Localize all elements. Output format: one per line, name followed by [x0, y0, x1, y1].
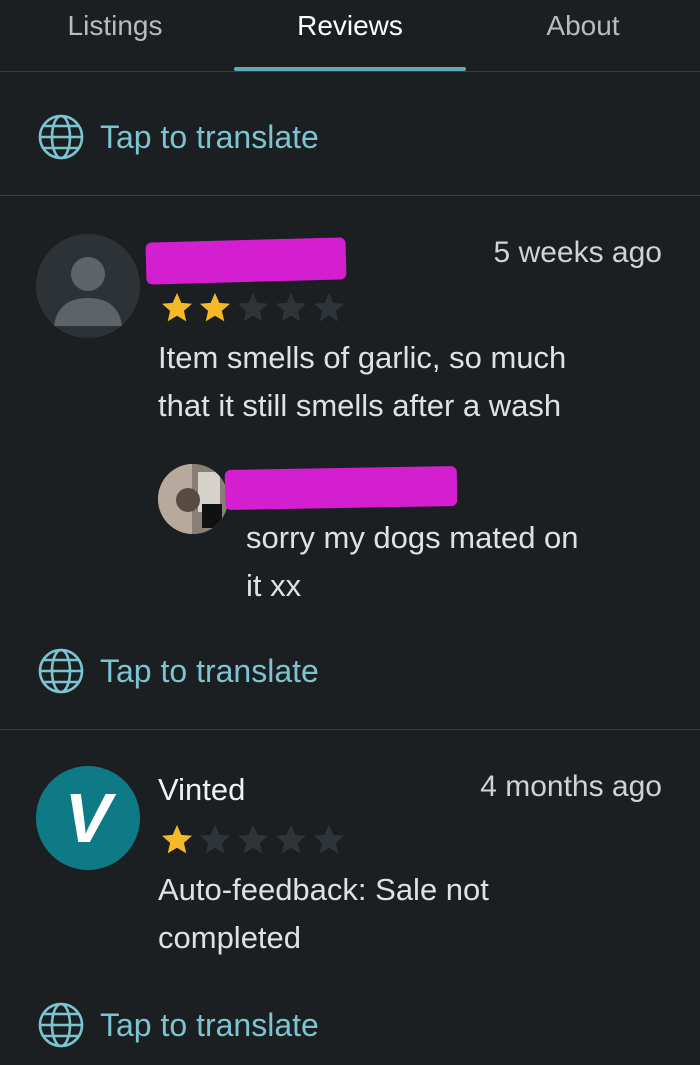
reviewer-name: Vinted: [158, 772, 246, 807]
star-icon: [162, 825, 192, 854]
divider: [0, 195, 700, 196]
tab-reviews[interactable]: Reviews: [234, 6, 466, 46]
tab-about[interactable]: About: [486, 6, 680, 46]
avatar[interactable]: [36, 234, 140, 338]
redacted-seller-name: [224, 465, 458, 511]
star-icon: [276, 293, 306, 322]
reply-avatar[interactable]: [158, 464, 228, 534]
tab-bar: Listings Reviews About: [0, 0, 700, 72]
divider: [0, 729, 700, 730]
translate-label: Tap to translate: [100, 652, 319, 689]
translate-button[interactable]: Tap to translate: [36, 645, 319, 697]
star-icon: [314, 825, 344, 854]
globe-icon: [38, 1002, 84, 1048]
star-rating: [158, 822, 348, 858]
translate-label: Tap to translate: [100, 1006, 319, 1043]
vinted-logo: V: [64, 779, 112, 857]
translate-label: Tap to translate: [100, 118, 319, 155]
star-icon: [238, 825, 268, 854]
star-icon: [238, 293, 268, 322]
star-icon: [276, 825, 306, 854]
star-icon: [314, 293, 344, 322]
reviews-screen: Listings Reviews About Tap to translate …: [0, 0, 700, 1065]
vinted-avatar[interactable]: V: [36, 766, 140, 870]
star-icon: [162, 293, 192, 322]
translate-button[interactable]: Tap to translate: [36, 111, 319, 163]
globe-icon: [38, 114, 84, 160]
photo-avatar-icon: [158, 464, 228, 534]
translate-button[interactable]: Tap to translate: [36, 999, 319, 1051]
review-time: 4 months ago: [480, 770, 662, 803]
redacted-username: [145, 237, 347, 285]
user-silhouette-icon: [54, 257, 122, 326]
tab-listings[interactable]: Listings: [20, 6, 210, 46]
star-icon: [200, 293, 230, 322]
star-icon: [200, 825, 230, 854]
star-rating: [158, 290, 348, 326]
globe-icon: [38, 648, 84, 694]
review-text: Item smells of garlic, so much that it s…: [158, 340, 567, 423]
review-time: 5 weeks ago: [493, 236, 662, 269]
reply-text: sorry my dogs mated on it xx: [246, 520, 579, 603]
active-tab-indicator: [234, 67, 466, 71]
review-text: Auto-feedback: Sale not completed: [158, 872, 489, 955]
